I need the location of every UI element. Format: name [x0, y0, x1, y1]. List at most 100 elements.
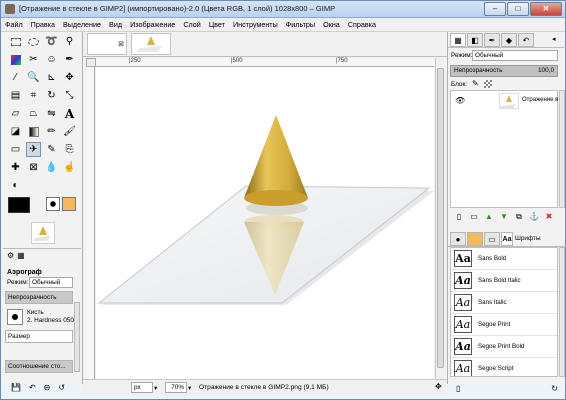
fonts-tab-icon[interactable]: Aa [501, 232, 513, 246]
move-icon[interactable]: ✥ [62, 70, 77, 85]
clone-icon[interactable]: ⎘ [62, 142, 77, 157]
font-item[interactable]: Aa Segoe Print [451, 314, 557, 336]
fonts-scrollbar[interactable] [559, 247, 565, 377]
paintbrush-icon[interactable]: 🖌 [62, 124, 77, 139]
menu-layer[interactable]: Слой [183, 20, 200, 29]
refresh-fonts-icon[interactable]: ↻ [551, 384, 558, 394]
brush-selector-icon[interactable] [7, 309, 23, 325]
delete-options-icon[interactable]: ⊖ [44, 383, 51, 395]
dock-menu-icon[interactable]: ◂ [552, 35, 556, 43]
tool-options-tab-icon[interactable]: ⚙ [7, 251, 14, 260]
lower-layer-icon[interactable]: ▼ [499, 212, 509, 224]
airbrush-icon[interactable]: ✈ [26, 142, 41, 157]
open-text-editor-icon[interactable]: ▯ [456, 384, 460, 394]
paths-tab-icon[interactable]: ✒ [484, 33, 500, 47]
font-item[interactable]: Aa Sans Italic [451, 292, 557, 314]
aspect-ratio-slider[interactable]: Соотношение сто... [5, 360, 73, 373]
lock-pixels-icon[interactable]: ✎ [472, 79, 479, 88]
vertical-scrollbar-thumb[interactable] [437, 68, 444, 368]
perspective-icon[interactable]: ⏢ [26, 106, 41, 121]
blend-icon[interactable] [26, 124, 41, 139]
gradients-tab-icon[interactable]: ▭ [484, 232, 500, 246]
eye-icon[interactable]: 👁 [455, 96, 465, 105]
image-preview-thumb[interactable] [31, 222, 55, 244]
dodge-icon[interactable]: ◐ [8, 178, 23, 193]
blur-icon[interactable]: 💧 [44, 160, 59, 175]
brush-preview-icon[interactable] [46, 197, 60, 211]
menu-help[interactable]: Справка [348, 20, 376, 29]
fonts-tab-label[interactable]: Шрифты [515, 235, 541, 242]
menu-image[interactable]: Изображение [130, 20, 175, 29]
pattern-preview-icon[interactable] [62, 197, 76, 211]
crop-icon[interactable]: ⌗ [26, 88, 41, 103]
color-picker-icon[interactable]: ⁄ [8, 70, 23, 85]
restore-options-icon[interactable]: ↶ [29, 383, 36, 395]
mode-select[interactable]: Обычный [29, 277, 73, 288]
menu-filters[interactable]: Фильтры [286, 20, 315, 29]
navigate-icon[interactable]: ✥ [435, 382, 442, 391]
align-icon[interactable]: ▤ [8, 88, 23, 103]
tool-options-scrollbar[interactable] [74, 302, 80, 372]
foreground-color-swatch[interactable] [8, 197, 30, 213]
image-canvas[interactable] [96, 67, 434, 379]
perspective-clone-icon[interactable]: ⊠ [26, 160, 41, 175]
raise-layer-icon[interactable]: ▲ [484, 212, 494, 224]
layers-tab-icon[interactable]: ▦ [450, 33, 466, 47]
font-item[interactable]: Aa Sans Bold Italic [451, 270, 557, 292]
menu-select[interactable]: Выделение [63, 20, 101, 29]
foreground-select-icon[interactable]: ☺ [44, 52, 59, 67]
bucket-fill-icon[interactable]: ◪ [8, 124, 23, 139]
ellipse-select-icon[interactable] [26, 34, 41, 49]
size-slider[interactable]: Размер [5, 330, 73, 343]
smudge-icon[interactable]: ☝ [62, 160, 77, 175]
device-status-tab-icon[interactable]: ▦ [17, 251, 25, 260]
zoom-select[interactable]: 70% [165, 382, 187, 393]
fuzzy-select-icon[interactable]: ⚲ [62, 34, 77, 49]
layers-scrollbar[interactable] [559, 90, 565, 208]
eraser-icon[interactable]: ▭ [8, 142, 23, 157]
heal-icon[interactable]: ✚ [8, 160, 23, 175]
duplicate-layer-icon[interactable]: ⧉ [514, 212, 524, 224]
rect-select-icon[interactable] [8, 34, 23, 49]
font-item[interactable]: Aa Segoe Script [451, 358, 557, 376]
text-icon[interactable]: A [62, 106, 77, 121]
pencil-icon[interactable]: ✏ [44, 124, 59, 139]
menu-view[interactable]: Вид [109, 20, 122, 29]
opacity-slider[interactable]: Непрозрачность [5, 291, 73, 304]
menu-tools[interactable]: Инструменты [233, 20, 278, 29]
tool-presets-tab-icon[interactable]: ◆ [501, 33, 517, 47]
layers-list[interactable]: 👁 Отражение в с [450, 90, 563, 208]
shear-icon[interactable]: ▱ [8, 106, 23, 121]
menu-edit[interactable]: Правка [31, 20, 55, 29]
menu-file[interactable]: Файл [5, 20, 23, 29]
unit-select[interactable]: px [131, 382, 153, 393]
close-tab-icon[interactable]: ⊠ [118, 40, 124, 48]
free-select-icon[interactable]: ➰ [44, 34, 59, 49]
ink-icon[interactable]: ✎ [44, 142, 59, 157]
layer-group-icon[interactable]: ▭ [469, 212, 479, 224]
ruler-corner[interactable] [86, 58, 96, 67]
fonts-list[interactable]: Aa Sans Bold Aa Sans Bold Italic Aa Sans… [450, 247, 558, 377]
flip-icon[interactable]: ⇋ [44, 106, 59, 121]
reset-options-icon[interactable]: ↺ [58, 383, 65, 395]
layer-opacity-slider[interactable]: Непрозрачность 100,0 [450, 65, 558, 77]
patterns-tab-icon[interactable] [467, 232, 483, 246]
brushes-tab-icon[interactable]: ● [450, 232, 466, 246]
vertical-scrollbar[interactable] [435, 58, 445, 379]
new-layer-icon[interactable]: ▯ [454, 212, 464, 224]
paths-icon[interactable]: ✒ [62, 52, 77, 67]
close-button[interactable]: ✕ [530, 2, 562, 16]
zoom-dropdown-icon[interactable]: ▾ [188, 384, 191, 392]
undo-tab-icon[interactable]: ↶ [518, 33, 534, 47]
rotate-icon[interactable]: ↻ [44, 88, 59, 103]
color-select-icon[interactable] [8, 52, 23, 67]
channels-tab-icon[interactable]: ◧ [467, 33, 483, 47]
save-options-icon[interactable]: 💾 [11, 383, 21, 395]
menu-windows[interactable]: Окна [323, 20, 340, 29]
unit-dropdown-icon[interactable]: ▾ [154, 384, 157, 392]
font-item[interactable]: Aa Sans Bold [451, 248, 557, 270]
minimize-button[interactable]: – [484, 2, 506, 16]
layer-row[interactable]: 👁 Отражение в с [451, 92, 563, 110]
scissors-icon[interactable]: ✂ [26, 52, 41, 67]
delete-layer-icon[interactable]: ✖ [544, 212, 554, 224]
